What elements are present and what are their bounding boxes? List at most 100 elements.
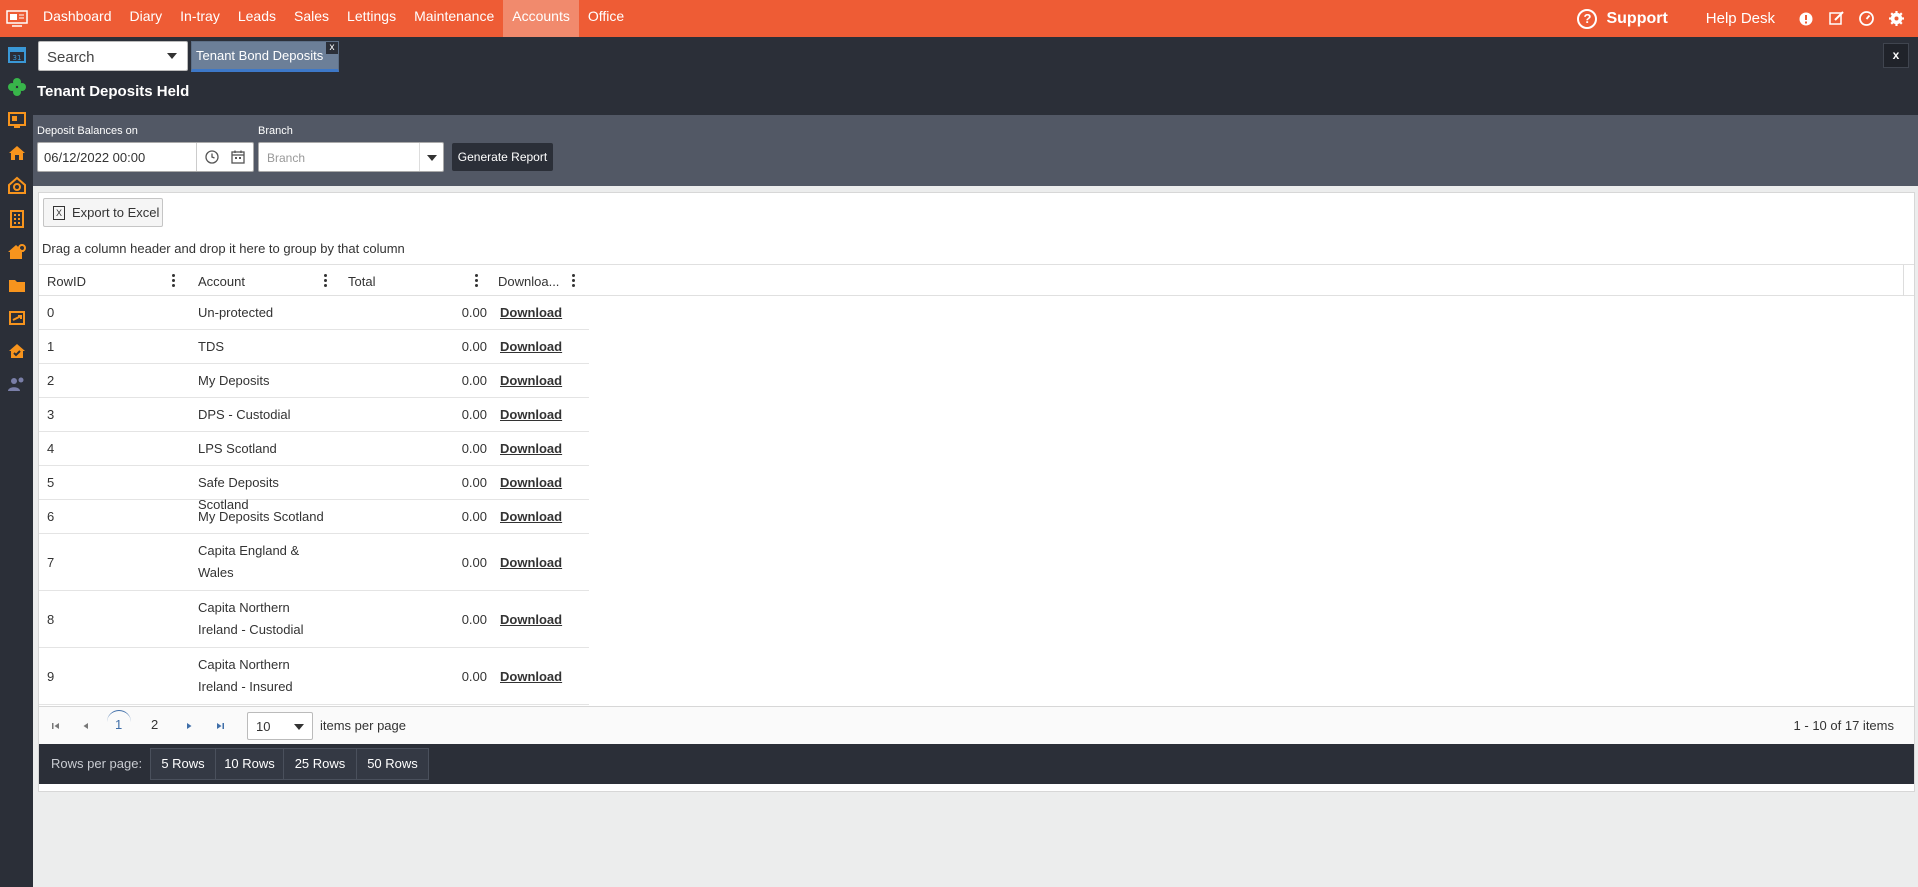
nav-in-tray[interactable]: In-tray [171,0,229,37]
download-link[interactable]: Download [500,555,562,570]
table-row: 2 My Deposits 0.00 Download [39,364,589,398]
nav-maintenance[interactable]: Maintenance [405,0,503,37]
user-group-icon[interactable] [0,367,33,400]
download-link[interactable]: Download [500,339,562,354]
column-header-rowid[interactable]: RowID [47,274,86,289]
search-dropdown[interactable]: Search [38,41,188,71]
clock-icon[interactable] [204,149,220,165]
alert-icon[interactable] [1798,11,1814,27]
download-link[interactable]: Download [500,612,562,627]
nav-office[interactable]: Office [579,0,633,37]
rowid-cell: 6 [47,509,55,524]
group-by-hint: Drag a column header and drop it here to… [42,241,405,256]
monitor-icon[interactable] [0,103,33,136]
dashboard-gauge-icon[interactable] [1858,11,1874,27]
top-right-tools: ? Support Help Desk [1577,0,1918,37]
clover-icon[interactable] [0,70,33,103]
account-cell: My Deposits [198,373,270,388]
calendar-icon[interactable]: 31 [0,37,33,70]
table-row: 6 My Deposits Scotland 0.00 Download [39,500,589,534]
generate-report-button[interactable]: Generate Report [452,143,553,171]
download-link[interactable]: Download [500,305,562,320]
download-link[interactable]: Download [500,373,562,388]
nav-accounts[interactable]: Accounts [503,0,579,37]
download-link[interactable]: Download [500,669,562,684]
edit-icon[interactable] [1828,11,1844,27]
export-label: Export to Excel [72,205,160,220]
app-logo-icon[interactable] [0,0,34,37]
folder-icon[interactable] [0,268,33,301]
branch-label: Branch [258,125,293,137]
question-icon: ? [1577,8,1598,29]
help-desk-link[interactable]: Help Desk [1706,10,1775,27]
column-menu-icon[interactable] [475,274,479,288]
rows-5-button[interactable]: 5 Rows [150,748,216,780]
support-button[interactable]: ? Support [1577,8,1668,29]
house-icon[interactable] [0,136,33,169]
account-cell: Capita Northern Ireland - Insured [198,657,293,694]
deposit-date-field[interactable]: 06/12/2022 00:00 [37,142,254,172]
nav-dashboard[interactable]: Dashboard [34,0,121,37]
total-cell: 0.00 [461,555,487,570]
house-search-icon[interactable] [0,169,33,202]
page-header: Search Tenant Bond Deposits x x Tenant D… [33,37,1918,115]
rows-50-button[interactable]: 50 Rows [356,748,429,780]
column-header-total[interactable]: Total [348,274,375,289]
page-1[interactable]: 1 [115,717,122,732]
account-cell: My Deposits Scotland [198,509,324,524]
chevron-down-icon[interactable] [419,143,443,171]
next-page-icon[interactable] [182,719,196,733]
column-header-account[interactable]: Account [198,274,245,289]
date-divider [196,143,197,171]
column-menu-icon[interactable] [172,274,176,288]
calendar-picker-icon[interactable] [230,149,246,165]
column-menu-icon[interactable] [324,274,328,288]
total-cell: 0.00 [461,305,487,320]
account-cell: Capita Northern Ireland - Custodial [198,600,304,637]
table-row: 9 Capita Northern Ireland - Insured 0.00 Do… [39,648,589,705]
branch-select[interactable]: Branch [258,142,444,172]
last-page-icon[interactable] [213,719,227,733]
column-header-download[interactable]: Downloa... [498,274,559,289]
first-page-icon[interactable] [49,719,63,733]
close-button[interactable]: x [1883,43,1909,68]
table-row: 0 Un-protected 0.00 Download [39,296,589,330]
house-check-icon[interactable] [0,334,33,367]
rows-25-button[interactable]: 25 Rows [283,748,357,780]
transfer-icon[interactable] [0,301,33,334]
settings-gear-icon[interactable] [1888,11,1904,27]
nav-lettings[interactable]: Lettings [338,0,405,37]
account-cell: TDS [198,339,224,354]
download-link[interactable]: Download [500,509,562,524]
page-size-select[interactable]: 10 [247,712,313,740]
account-cell: Capita England & Wales [198,543,300,580]
download-link[interactable]: Download [500,441,562,456]
svg-text:31: 31 [12,54,21,62]
branch-placeholder: Branch [267,151,306,165]
total-cell: 0.00 [461,475,487,490]
rowid-cell: 7 [47,555,55,570]
rowid-cell: 4 [47,441,55,456]
page-2[interactable]: 2 [151,717,158,732]
table-row: 1 TDS 0.00 Download [39,330,589,364]
nav-leads[interactable]: Leads [229,0,285,37]
tab-tenant-bond-deposits[interactable]: Tenant Bond Deposits x [191,41,339,72]
rowid-cell: 9 [47,669,55,684]
column-menu-icon[interactable] [572,274,576,288]
rows-10-button[interactable]: 10 Rows [215,748,284,780]
building-icon[interactable] [0,202,33,235]
download-link[interactable]: Download [500,407,562,422]
previous-page-icon[interactable] [79,719,93,733]
nav-diary[interactable]: Diary [121,0,172,37]
rowid-cell: 0 [47,305,55,320]
house-key-icon[interactable] [0,235,33,268]
chevron-down-icon [167,53,177,59]
total-cell: 0.00 [461,612,487,627]
total-cell: 0.00 [461,509,487,524]
tab-close-button[interactable]: x [326,42,338,54]
pager: 1 2 10 items per page 1 - 10 of 17 items [39,706,1914,744]
export-to-excel-button[interactable]: X Export to Excel [43,198,163,227]
nav-sales[interactable]: Sales [285,0,338,37]
download-link[interactable]: Download [500,475,562,490]
top-nav-bar: Dashboard Diary In-tray Leads Sales Lett… [0,0,1918,37]
